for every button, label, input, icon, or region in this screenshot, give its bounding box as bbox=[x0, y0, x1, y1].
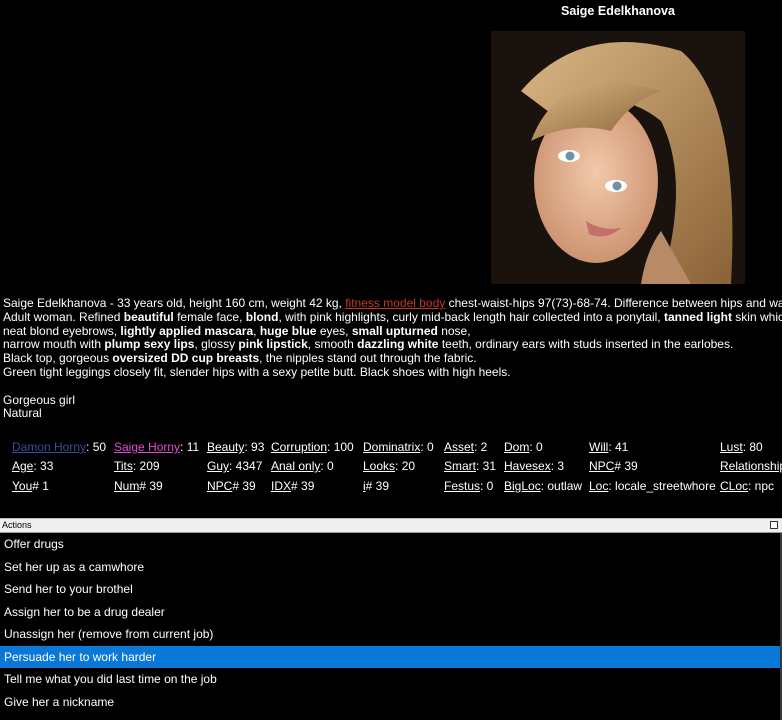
actions-panel-title: Actions bbox=[2, 520, 32, 530]
action-item[interactable]: Persuade her to work harder bbox=[0, 645, 780, 668]
stat-npc: NPC# 39 bbox=[589, 459, 638, 473]
stat-guy: Guy: 4347 bbox=[207, 459, 263, 473]
trait-tag: Gorgeous girl bbox=[3, 392, 76, 407]
description-line-3: neat blond eyebrows, lightly applied mas… bbox=[3, 323, 471, 338]
stat-label[interactable]: Beauty bbox=[207, 440, 244, 454]
action-item[interactable]: Tell me what you did last time on the jo… bbox=[0, 668, 780, 691]
stat-label[interactable]: Num bbox=[114, 479, 139, 493]
stat-havesex: Havesex: 3 bbox=[504, 459, 565, 473]
stat-dom: Dom: 0 bbox=[504, 440, 543, 454]
stat-damon-horny: Damon Horny: 50 bbox=[12, 440, 107, 454]
stat-you: You# 1 bbox=[12, 479, 49, 493]
stat-corruption: Corruption: 100 bbox=[271, 440, 354, 454]
stat-will: Will: 41 bbox=[589, 440, 629, 454]
stat-dominatrix: Dominatrix: 0 bbox=[363, 440, 434, 454]
stat-label[interactable]: Lust bbox=[720, 440, 743, 454]
stat-label[interactable]: Loc bbox=[589, 479, 608, 493]
stat-label[interactable]: Dominatrix bbox=[363, 440, 420, 454]
stats-grid: Damon Horny: 50 Saige Horny: 11 Beauty: … bbox=[0, 438, 782, 498]
stat-label[interactable]: Tits bbox=[114, 459, 133, 473]
stat-label[interactable]: Corruption bbox=[271, 440, 327, 454]
stat-loc: Loc: locale_streetwhore bbox=[589, 479, 716, 493]
description-line-1: Saige Edelkhanova - 33 years old, height… bbox=[3, 296, 782, 310]
stat-festus: Festus: 0 bbox=[444, 479, 494, 493]
description-line-6: Green tight leggings closely fit, slende… bbox=[3, 364, 511, 379]
stat-label[interactable]: NPC bbox=[207, 479, 232, 493]
stat-label[interactable]: Asset bbox=[444, 440, 474, 454]
stat-label[interactable]: IDX bbox=[271, 479, 291, 493]
stat-label[interactable]: Guy bbox=[207, 459, 229, 473]
trait-tag: Natural bbox=[3, 406, 42, 421]
stat-label[interactable]: NPC bbox=[589, 459, 614, 473]
body-type-link[interactable]: fitness model body bbox=[345, 296, 445, 310]
character-name: Saige Edelkhanova bbox=[561, 4, 675, 18]
stat-label[interactable]: Dom bbox=[504, 440, 529, 454]
stat-age: Age: 33 bbox=[12, 459, 54, 473]
stat-anal-only: Anal only: 0 bbox=[271, 459, 334, 473]
stat-label[interactable]: Anal only bbox=[271, 459, 320, 473]
stat-asset: Asset: 2 bbox=[444, 440, 488, 454]
portrait-image bbox=[491, 31, 745, 284]
stat-label[interactable]: You bbox=[12, 479, 32, 493]
stat-beauty: Beauty: 93 bbox=[207, 440, 265, 454]
description-line-4: narrow mouth with plump sexy lips, gloss… bbox=[3, 337, 734, 352]
action-item[interactable]: Offer drugs bbox=[0, 533, 780, 556]
stat-label[interactable]: BigLoc bbox=[504, 479, 541, 493]
stat-bigloc: BigLoc: outlaw bbox=[504, 479, 583, 493]
stat-idx: IDX# 39 bbox=[271, 479, 315, 493]
action-item[interactable]: Unassign her (remove from current job) bbox=[0, 623, 780, 646]
stat-label[interactable]: Relationship bbox=[720, 459, 782, 473]
stat-label[interactable]: Havesex bbox=[504, 459, 551, 473]
stat-label[interactable]: Looks bbox=[363, 459, 395, 473]
stat-label[interactable]: Smart bbox=[444, 459, 476, 473]
stat-saige-horny: Saige Horny: 11 bbox=[114, 440, 200, 454]
stat-lust: Lust: 80 bbox=[720, 440, 763, 454]
stat-num: Num# 39 bbox=[114, 479, 163, 493]
stat-label[interactable]: Age bbox=[12, 459, 33, 473]
stat-label[interactable]: Will bbox=[589, 440, 608, 454]
action-item[interactable]: Give her a nickname bbox=[0, 691, 780, 714]
minimize-icon[interactable] bbox=[770, 521, 778, 529]
stat-smart: Smart: 31 bbox=[444, 459, 497, 473]
stat-relationship: Relationship bbox=[720, 459, 782, 473]
stat-label[interactable]: CLoc bbox=[720, 479, 748, 493]
character-portrait bbox=[491, 31, 745, 284]
stat-i: i# 39 bbox=[363, 479, 390, 493]
action-item[interactable]: Assign her to be a drug dealer bbox=[0, 601, 780, 624]
stat-cloc: CLoc: npc bbox=[720, 479, 775, 493]
character-description: Saige Edelkhanova - 33 years old, height… bbox=[3, 296, 782, 421]
description-line-5: Black top, gorgeous oversized DD cup bre… bbox=[3, 351, 477, 366]
stat-tits: Tits: 209 bbox=[114, 459, 160, 473]
actions-panel-header: Actions bbox=[0, 518, 782, 533]
action-item[interactable]: Set her up as a camwhore bbox=[0, 556, 780, 579]
stat-label[interactable]: Saige Horny bbox=[114, 440, 180, 454]
actions-list: Offer drugs Set her up as a camwhore Send … bbox=[0, 533, 782, 720]
stat-label[interactable]: Festus bbox=[444, 479, 480, 493]
action-item[interactable]: Send her to your brothel bbox=[0, 578, 780, 601]
stat-looks: Looks: 20 bbox=[363, 459, 416, 473]
stat-label[interactable]: Damon Horny bbox=[12, 440, 86, 454]
description-line-2: Adult woman. Refined beautiful female fa… bbox=[3, 309, 782, 324]
stat-npc-2: NPC# 39 bbox=[207, 479, 256, 493]
